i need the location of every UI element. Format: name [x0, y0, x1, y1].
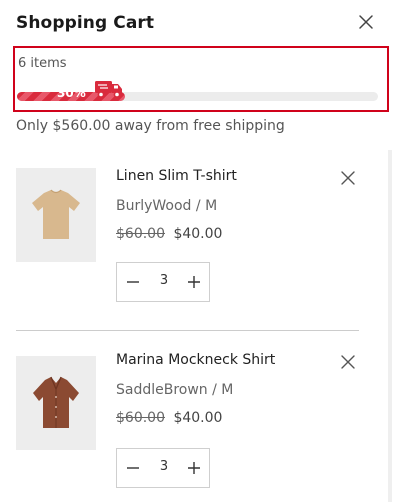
product-prices: $60.00 $40.00 [116, 410, 222, 426]
tshirt-image [32, 189, 80, 239]
decrease-quantity-button[interactable] [123, 458, 143, 478]
free-shipping-progress: 6 items 30% [13, 46, 389, 112]
quantity-stepper: 3 [116, 262, 210, 302]
increase-quantity-button[interactable] [184, 458, 204, 478]
minus-icon [127, 467, 139, 469]
item-divider [16, 330, 359, 331]
cart-title: Shopping Cart [16, 13, 155, 33]
cart-scrollbar[interactable] [388, 150, 392, 502]
cart-item: Linen Slim T-shirt BurlyWood / M $60.00 … [16, 168, 371, 328]
progress-track: 30% [17, 86, 378, 101]
product-name[interactable]: Linen Slim T-shirt [116, 168, 237, 184]
original-price: $60.00 [116, 410, 165, 426]
remove-icon [341, 355, 355, 369]
remove-item-button[interactable] [338, 168, 358, 188]
remove-item-button[interactable] [338, 352, 358, 372]
minus-icon [127, 281, 139, 283]
quantity-value[interactable]: 3 [147, 459, 181, 474]
progress-percent: 30% [57, 86, 86, 100]
quantity-stepper: 3 [116, 448, 210, 488]
remove-icon [341, 171, 355, 185]
close-icon [359, 15, 373, 29]
original-price: $60.00 [116, 226, 165, 242]
increase-quantity-button[interactable] [184, 272, 204, 292]
free-shipping-message: Only $560.00 away from free shipping [16, 118, 285, 134]
truck-icon [95, 81, 122, 98]
quantity-value[interactable]: 3 [147, 273, 181, 288]
sale-price: $40.00 [173, 410, 223, 426]
cart-header: Shopping Cart [0, 0, 406, 46]
product-name[interactable]: Marina Mockneck Shirt [116, 352, 275, 368]
product-image[interactable] [16, 356, 96, 450]
shirt-image [33, 376, 79, 428]
decrease-quantity-button[interactable] [123, 272, 143, 292]
plus-icon [188, 276, 200, 288]
product-variant: SaddleBrown / M [116, 382, 234, 398]
close-cart-button[interactable] [354, 10, 378, 34]
items-count: 6 items [18, 56, 67, 71]
plus-icon [188, 462, 200, 474]
product-variant: BurlyWood / M [116, 198, 218, 214]
product-image[interactable] [16, 168, 96, 262]
cart-item: Marina Mockneck Shirt SaddleBrown / M $6… [16, 352, 371, 502]
product-prices: $60.00 $40.00 [116, 226, 222, 242]
sale-price: $40.00 [173, 226, 223, 242]
